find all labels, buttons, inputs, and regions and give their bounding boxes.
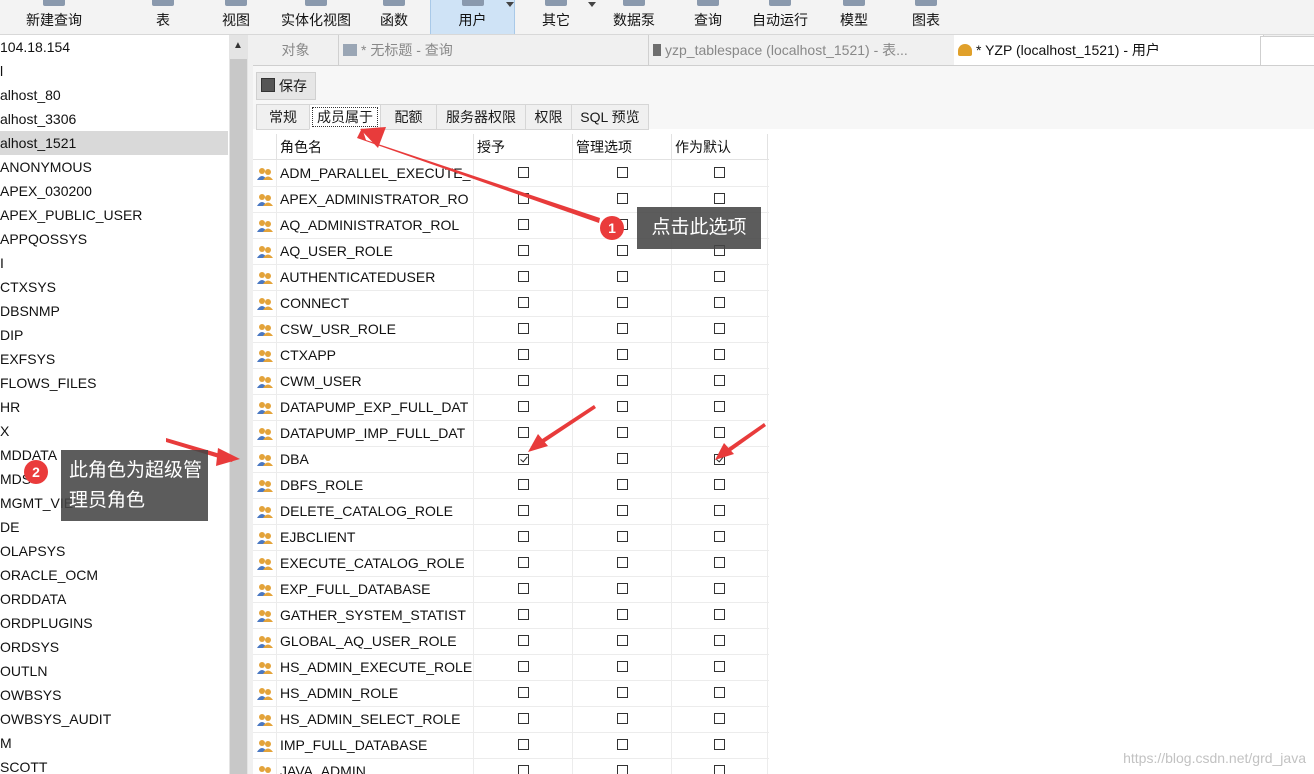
callout-1: 点击此选项	[637, 207, 761, 249]
arrow-to-default-check-head	[715, 443, 734, 460]
callout-2-badge: 2	[24, 460, 48, 484]
callout-2: 此角色为超级管理员角色	[61, 450, 208, 521]
arrow-to-grant-check-head	[528, 434, 548, 452]
watermark: https://blog.csdn.net/grd_java	[1123, 750, 1306, 766]
callout-1-badge: 1	[600, 216, 624, 240]
annotation-arrows	[166, 127, 766, 466]
arrow-to-dba-row-head	[216, 448, 240, 466]
arrow-to-member-tab	[357, 128, 600, 223]
